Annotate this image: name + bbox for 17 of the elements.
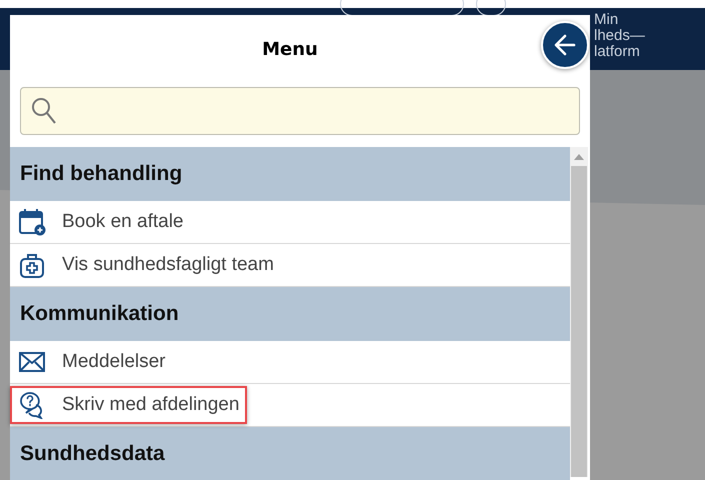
search-field[interactable] [20,87,580,135]
menu-item[interactable]: Vis sundhedsfagligt team [10,246,282,284]
section-header: Kommunikation [10,287,570,341]
menu-item[interactable]: Skriv med afdelingen [10,386,248,424]
search-icon [31,97,57,125]
section-header: Find behandling [10,147,570,201]
logo-text: Min lheds— latform [594,12,645,60]
scrollbar-thumb[interactable] [571,166,587,477]
menu-item[interactable]: Book en aftale [10,203,192,241]
calendar-icon [18,208,46,236]
back-arrow-icon [552,32,578,58]
section-header: Sundhedsdata [10,427,570,480]
scroll-up-arrow-icon[interactable] [574,154,584,160]
menu-title: Menu [262,39,318,62]
scrollbar[interactable] [570,147,588,477]
menu-item[interactable]: Meddelelser [10,343,174,381]
medical-bag-icon [18,251,46,279]
